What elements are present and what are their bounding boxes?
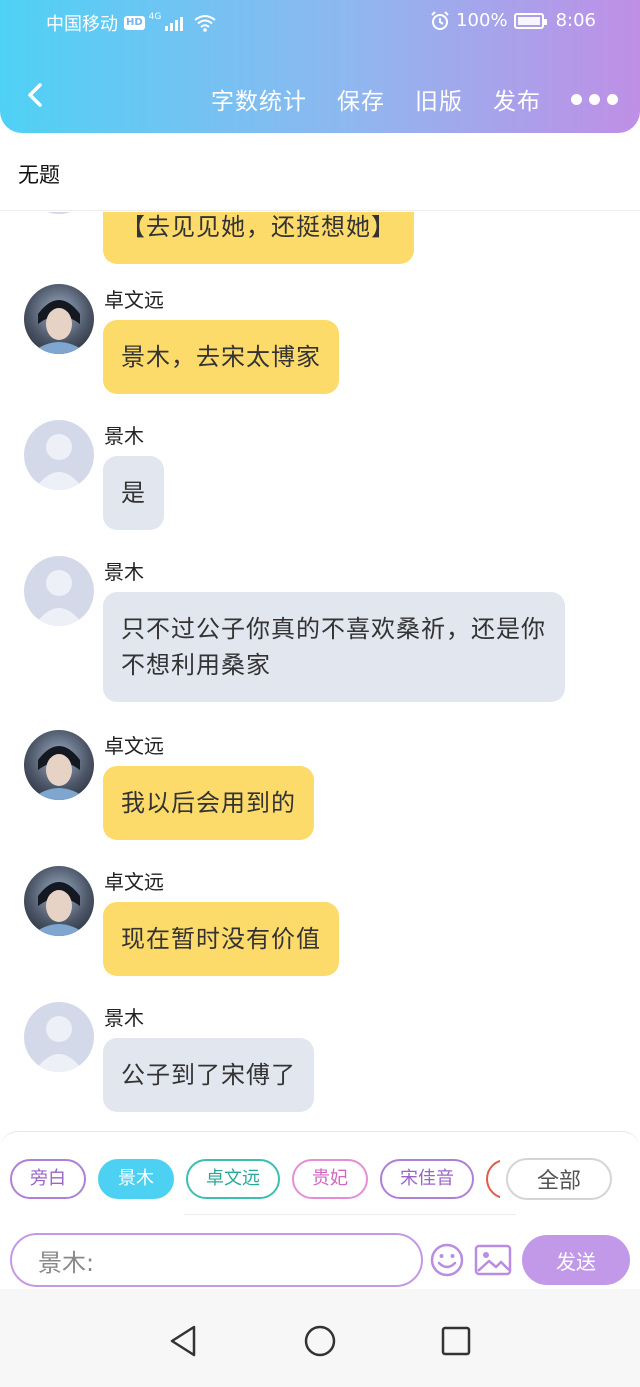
message-bubble[interactable]: 是 — [103, 456, 164, 530]
signal-icon — [165, 15, 184, 31]
role-chip-zhuowenyuan[interactable]: 卓文远 — [186, 1159, 280, 1199]
status-left: 中国移动 HD 4G — [46, 10, 217, 36]
input-panel: 旁白 景木 卓文远 贵妃 宋佳音 全部 景木: 发送 — [0, 1131, 640, 1289]
avatar[interactable] — [24, 1002, 94, 1072]
carrier-label: 中国移动 — [46, 14, 118, 35]
message-bubble[interactable]: 只不过公子你真的不喜欢桑祈，还是你不想利用桑家 — [103, 592, 565, 702]
role-chip-partial[interactable] — [486, 1159, 500, 1199]
message-bubble[interactable]: 我以后会用到的 — [103, 766, 314, 840]
more-icon[interactable] — [571, 85, 618, 113]
sender-name: 卓文远 — [104, 734, 164, 758]
status-bar: 中国移动 HD 4G 100% 8:06 — [0, 0, 640, 44]
hd-badge: HD — [124, 16, 145, 30]
word-count-button[interactable]: 字数统计 — [211, 82, 307, 116]
message-input[interactable]: 景木: — [10, 1233, 423, 1287]
old-version-button[interactable]: 旧版 — [415, 82, 463, 116]
avatar[interactable] — [24, 866, 94, 936]
sender-name: 卓文远 — [104, 870, 164, 894]
role-chip-narrator[interactable]: 旁白 — [10, 1159, 86, 1199]
nav-bar: 字数统计 保存 旧版 发布 — [0, 70, 640, 124]
message-bubble[interactable]: 景木，去宋太博家 — [103, 320, 339, 394]
battery-percent: 100% — [456, 10, 508, 31]
battery-icon — [513, 12, 547, 29]
image-icon[interactable] — [474, 1244, 512, 1276]
header: 中国移动 HD 4G 100% 8:06 字数统计 保存 旧版 发布 — [0, 0, 640, 133]
nav-actions: 字数统计 保存 旧版 发布 — [181, 82, 618, 116]
message-bubble[interactable]: 【去见见她，还挺想她】 — [103, 212, 414, 264]
avatar[interactable] — [24, 420, 94, 490]
emoji-icon[interactable] — [429, 1242, 465, 1278]
chevron-left-icon — [28, 83, 42, 107]
recents-square-icon[interactable] — [436, 1321, 476, 1361]
role-chip-songjiayin[interactable]: 宋佳音 — [380, 1159, 474, 1199]
message-bubble[interactable]: 现在暂时没有价值 — [103, 902, 339, 976]
back-triangle-icon[interactable] — [164, 1321, 204, 1361]
avatar[interactable] — [24, 730, 94, 800]
role-selector[interactable]: 旁白 景木 卓文远 贵妃 宋佳音 — [10, 1159, 500, 1201]
sender-name: 景木 — [104, 424, 144, 448]
clock: 8:06 — [555, 10, 596, 31]
divider — [184, 1214, 516, 1215]
wifi-icon — [194, 15, 216, 32]
document-title[interactable]: 无题 — [18, 159, 60, 189]
network-type: 4G — [148, 12, 162, 22]
sender-name: 景木 — [104, 560, 144, 584]
all-roles-button[interactable]: 全部 — [506, 1158, 612, 1200]
avatar[interactable] — [24, 284, 94, 354]
publish-button[interactable]: 发布 — [493, 82, 541, 116]
role-chip-jingmu[interactable]: 景木 — [98, 1159, 174, 1199]
role-chip-guifei[interactable]: 贵妃 — [292, 1159, 368, 1199]
sender-name: 景木 — [104, 1006, 144, 1030]
sender-name: 卓文远 — [104, 288, 164, 312]
send-button[interactable]: 发送 — [522, 1235, 630, 1285]
avatar[interactable] — [24, 556, 94, 626]
system-nav-bar — [0, 1289, 640, 1387]
save-button[interactable]: 保存 — [337, 82, 385, 116]
chat-area[interactable]: 【去见见她，还挺想她】 卓文远 景木，去宋太博家 景木 是 景木 只不过公子你真… — [0, 212, 640, 1130]
home-circle-icon[interactable] — [300, 1321, 340, 1361]
status-right: 100% 8:06 — [430, 10, 596, 31]
alarm-icon — [431, 10, 449, 30]
message-bubble[interactable]: 公子到了宋傅了 — [103, 1038, 314, 1112]
title-bar: 无题 — [0, 133, 640, 211]
avatar[interactable] — [24, 212, 94, 214]
back-button[interactable] — [20, 80, 50, 110]
